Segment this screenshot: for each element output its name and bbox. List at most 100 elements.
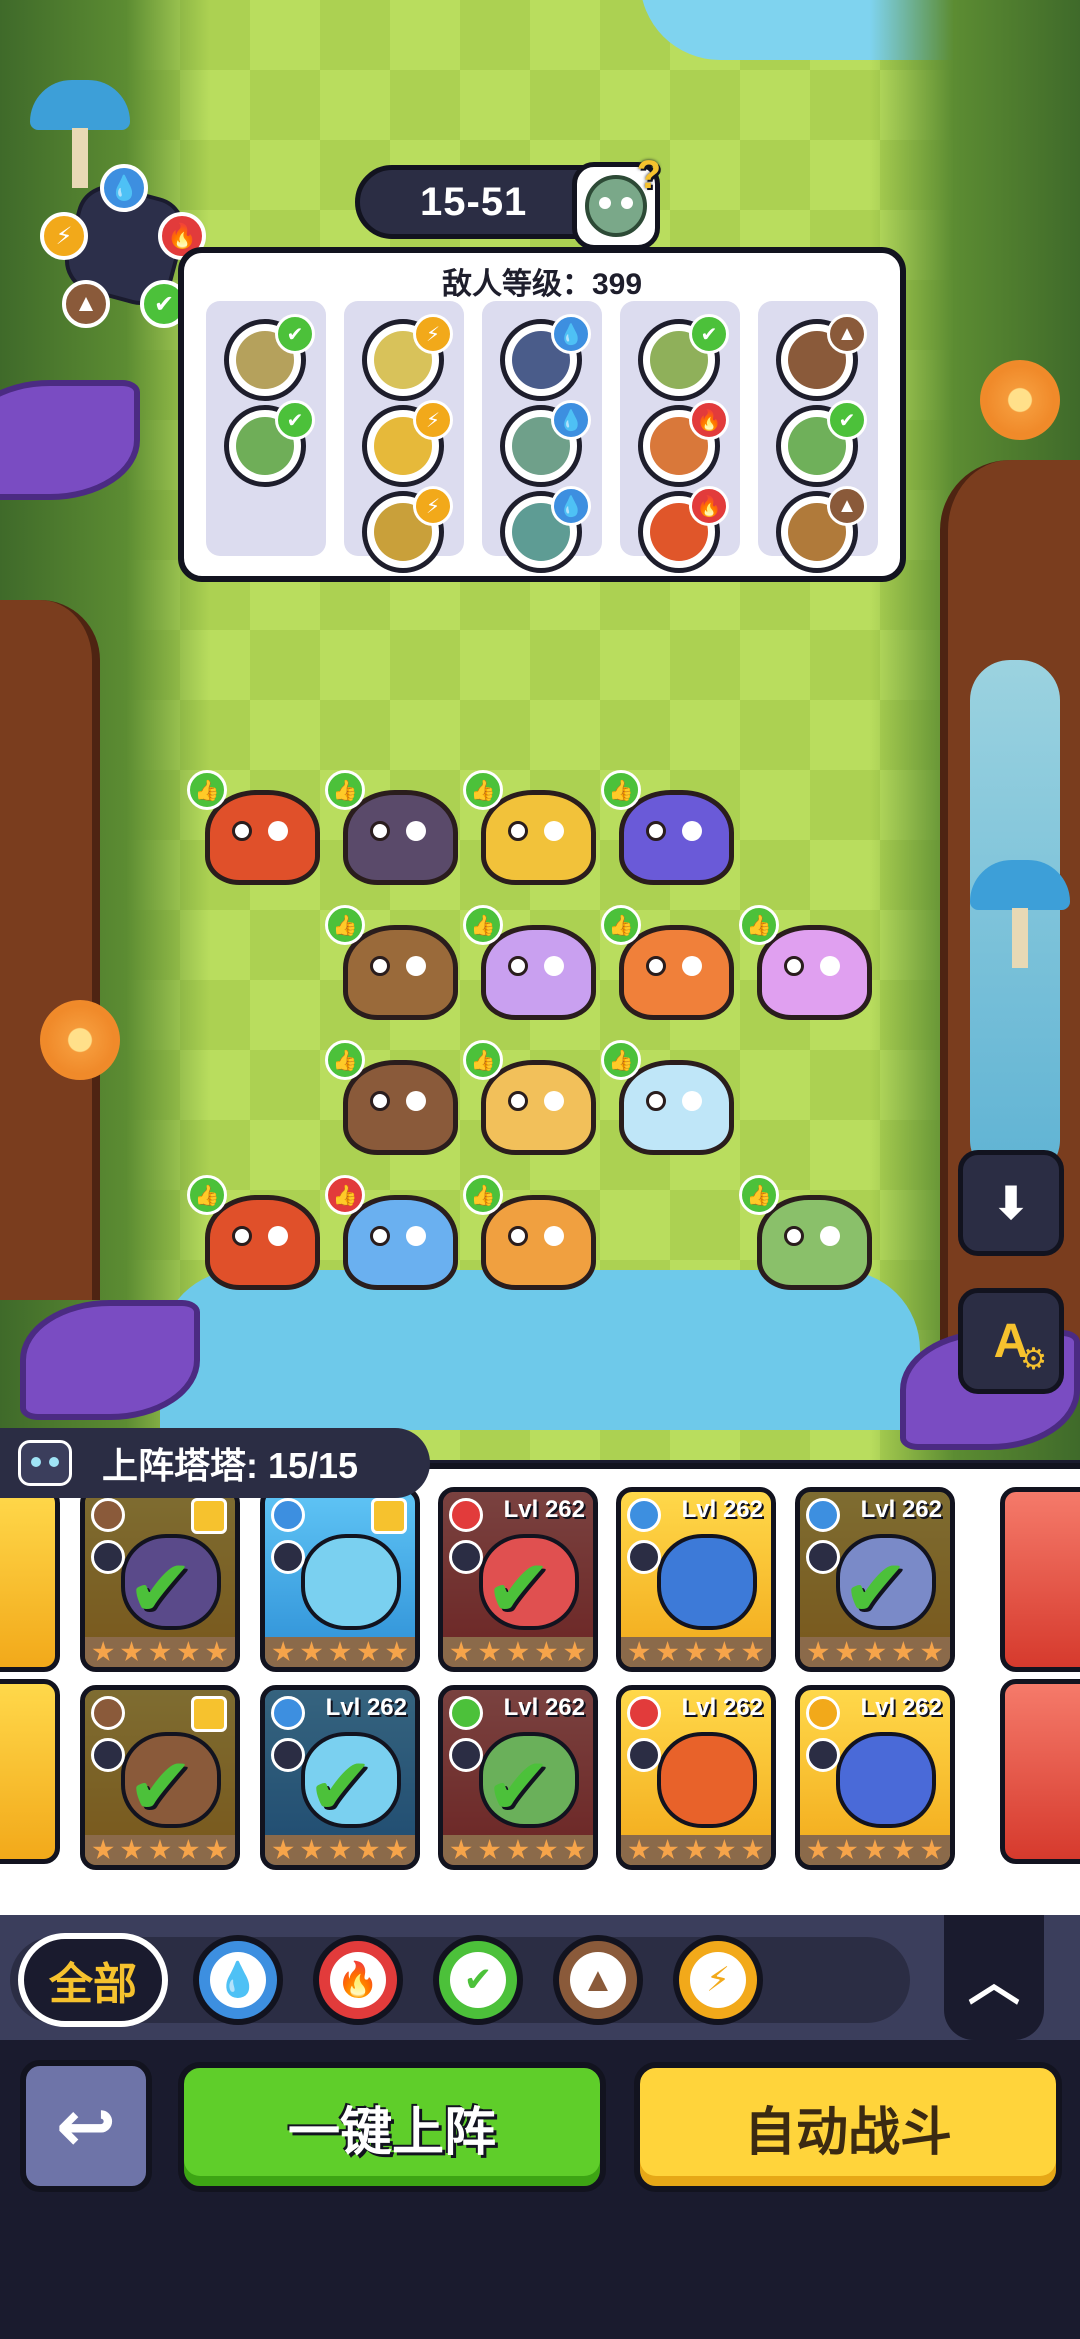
enemy-token[interactable]: ✔ <box>776 400 867 487</box>
filter-water-button[interactable]: 💧 <box>193 1935 283 2025</box>
roster-card[interactable]: Lvl 262 ✔ <box>795 1487 955 1672</box>
roster-card[interactable]: Lvl 262 ✔ <box>438 1685 598 1870</box>
roster-card[interactable]: Lvl 262 ✔ <box>438 1487 598 1672</box>
star-icon <box>921 1839 943 1860</box>
deployed-creature[interactable]: 👍 <box>325 770 463 890</box>
deployed-check-icon: ✔ <box>842 1544 910 1633</box>
gear-icon: ⚙ <box>1020 1343 1047 1376</box>
deployed-creature[interactable]: 👍 <box>325 1175 463 1295</box>
orange-flower-icon <box>40 1000 120 1080</box>
creature-roster[interactable]: ✔ Lvl 262 ✔ Lvl 262 Lvl 262 ✔ ✔ Lvl 262 ✔ Lvl 262… <box>0 1463 1080 1915</box>
one-click-deploy-button[interactable]: 一键上阵 <box>178 2062 606 2192</box>
auto-settings-button[interactable]: A ⚙ <box>958 1288 1064 1394</box>
star-icon <box>177 1839 199 1860</box>
creature-sprite-icon <box>205 1195 320 1290</box>
card-level: Lvl 262 <box>503 1496 585 1523</box>
deployed-creature[interactable]: 👍 <box>739 905 877 1025</box>
deployed-creature[interactable]: 👍 <box>187 1175 325 1295</box>
roster-card-partial[interactable] <box>0 1487 60 1672</box>
star-rating <box>800 1637 950 1667</box>
star-rating <box>265 1835 415 1865</box>
thumbs-up-icon: 👍 <box>601 770 641 810</box>
star-icon <box>149 1641 171 1662</box>
lightning-element-icon: ⚡ <box>40 212 88 260</box>
deployed-creature[interactable]: 👍 <box>325 905 463 1025</box>
enemy-token[interactable]: ▲ <box>776 314 867 401</box>
enemy-level-label: 敌人等级：399 <box>441 268 643 301</box>
favorite-star-icon <box>371 1498 407 1534</box>
nature-element-icon <box>449 1696 483 1730</box>
fire-element-icon: 🔥 <box>689 486 729 526</box>
deployed-creature[interactable]: 👍 <box>463 1040 601 1160</box>
enemy-column: ▲ ✔ ▲ <box>758 301 878 573</box>
star-icon <box>685 1641 707 1662</box>
card-level: Lvl 262 <box>860 1496 942 1523</box>
thumbs-up-icon: 👍 <box>325 1040 365 1080</box>
enemy-token[interactable]: ⚡ <box>362 486 453 573</box>
water-element-icon: 💧 <box>551 400 591 440</box>
enemy-token[interactable]: 💧 <box>500 486 591 573</box>
star-icon <box>742 1839 764 1860</box>
filter-nature-button[interactable]: ✔ <box>433 1935 523 2025</box>
earth-element-icon <box>91 1498 125 1532</box>
enemy-token[interactable]: 💧 <box>500 314 591 401</box>
deployed-creature[interactable]: 👍 <box>325 1040 463 1160</box>
roster-card[interactable]: ✔ <box>80 1487 240 1672</box>
star-icon <box>535 1839 557 1860</box>
star-icon <box>386 1839 408 1860</box>
deployed-creature[interactable]: 👍 <box>463 1175 601 1295</box>
auto-battle-button[interactable]: 自动战斗 <box>634 2062 1062 2192</box>
water-element-icon <box>271 1696 305 1730</box>
filter-lightning-button[interactable]: ⚡ <box>673 1935 763 2025</box>
enemy-token[interactable]: ✔ <box>224 400 315 487</box>
star-rating <box>621 1637 771 1667</box>
stage-number: 15-51 <box>420 179 528 224</box>
roster-card[interactable] <box>260 1487 420 1672</box>
thumbs-up-icon: 👍 <box>325 1175 365 1215</box>
deployed-creature[interactable]: 👍 <box>187 770 325 890</box>
fire-element-icon <box>449 1498 483 1532</box>
nature-element-icon: ✔ <box>450 1952 506 2008</box>
deployed-check-icon: ✔ <box>307 1742 375 1831</box>
boss-info-button[interactable]: ? <box>572 153 661 250</box>
collapse-roster-button[interactable]: ︿ <box>944 1915 1044 2040</box>
enemy-token[interactable]: ⚡ <box>362 400 453 487</box>
filter-fire-button[interactable]: 🔥 <box>313 1935 403 2025</box>
download-icon: ⬇ <box>991 1177 1031 1229</box>
roster-card[interactable]: Lvl 262 <box>616 1685 776 1870</box>
roster-card[interactable]: Lvl 262 <box>795 1685 955 1870</box>
deployed-creature[interactable]: 👍 <box>601 905 739 1025</box>
deployed-creature[interactable]: 👍 <box>739 1175 877 1295</box>
roster-card-partial[interactable] <box>0 1679 60 1864</box>
star-icon <box>479 1839 501 1860</box>
fire-element-icon: 🔥 <box>689 400 729 440</box>
deployed-creature[interactable]: 👍 <box>601 1040 739 1160</box>
save-formation-button[interactable]: ⬇ <box>958 1150 1064 1256</box>
star-icon <box>121 1641 143 1662</box>
star-icon <box>807 1641 829 1662</box>
roster-card-partial[interactable] <box>1000 1679 1080 1864</box>
enemy-token[interactable]: 🔥 <box>638 486 729 573</box>
enemy-token[interactable]: ▲ <box>776 486 867 573</box>
deployed-creature[interactable]: 👍 <box>601 770 739 890</box>
filter-all-button[interactable]: 全部 <box>18 1933 168 2027</box>
roster-card[interactable]: Lvl 262 ✔ <box>260 1685 420 1870</box>
deployed-creature[interactable]: 👍 <box>463 905 601 1025</box>
back-button[interactable]: ↩ <box>20 2060 152 2192</box>
enemy-token[interactable]: ⚡ <box>362 314 453 401</box>
thumbs-up-icon: 👍 <box>187 770 227 810</box>
card-level: Lvl 262 <box>503 1694 585 1721</box>
enemy-token[interactable]: ✔ <box>224 314 315 401</box>
deployed-creature[interactable]: 👍 <box>463 770 601 890</box>
card-level: Lvl 262 <box>681 1496 763 1523</box>
star-rating <box>265 1637 415 1667</box>
creature-sprite-icon <box>343 925 458 1020</box>
roster-card[interactable]: Lvl 262 <box>616 1487 776 1672</box>
enemy-token[interactable]: 🔥 <box>638 400 729 487</box>
star-icon <box>450 1641 472 1662</box>
enemy-token[interactable]: ✔ <box>638 314 729 401</box>
enemy-token[interactable]: 💧 <box>500 400 591 487</box>
roster-card[interactable]: ✔ <box>80 1685 240 1870</box>
filter-earth-button[interactable]: ▲ <box>553 1935 643 2025</box>
roster-card-partial[interactable] <box>1000 1487 1080 1672</box>
